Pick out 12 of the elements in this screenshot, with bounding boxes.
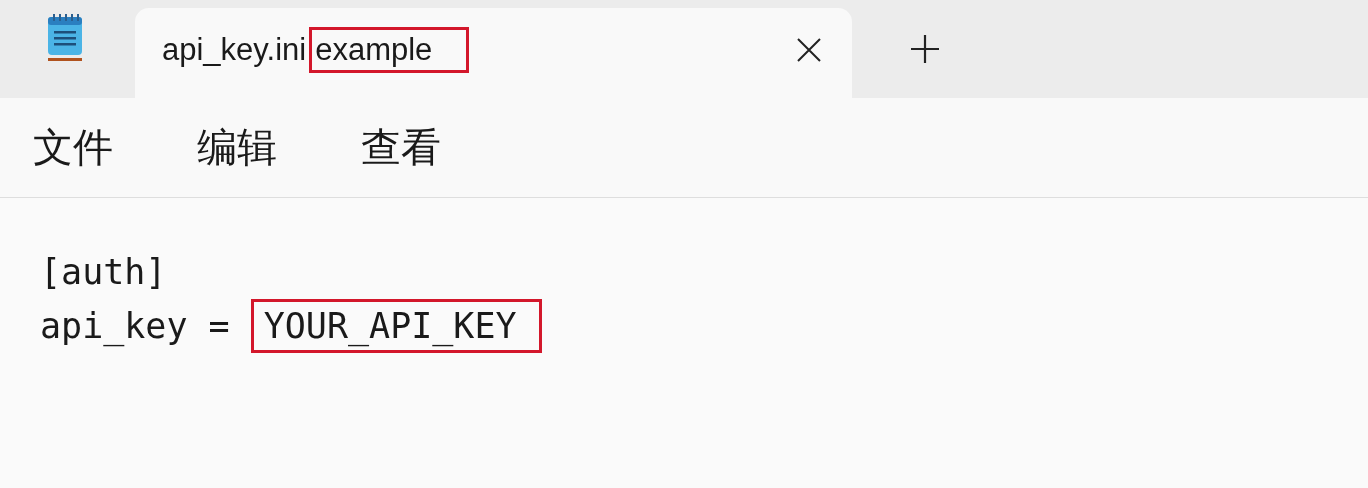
menu-item[interactable]: 编辑 [197,116,277,179]
menu-item[interactable]: 查看 [361,116,441,179]
code-text: [auth] [40,251,167,294]
add-tab-icon[interactable] [910,34,940,64]
tab-title: api_key.ini [162,32,307,68]
notepad-icon [45,13,85,63]
file-tab[interactable]: api_key.ini example [135,8,852,98]
highlighted-tab-title: example [309,27,470,73]
close-icon[interactable] [796,37,822,63]
highlighted-code-text: YOUR_API_KEY [250,299,542,353]
menu-item[interactable]: 文件 [33,116,113,179]
code-text: api_key = [40,304,231,349]
